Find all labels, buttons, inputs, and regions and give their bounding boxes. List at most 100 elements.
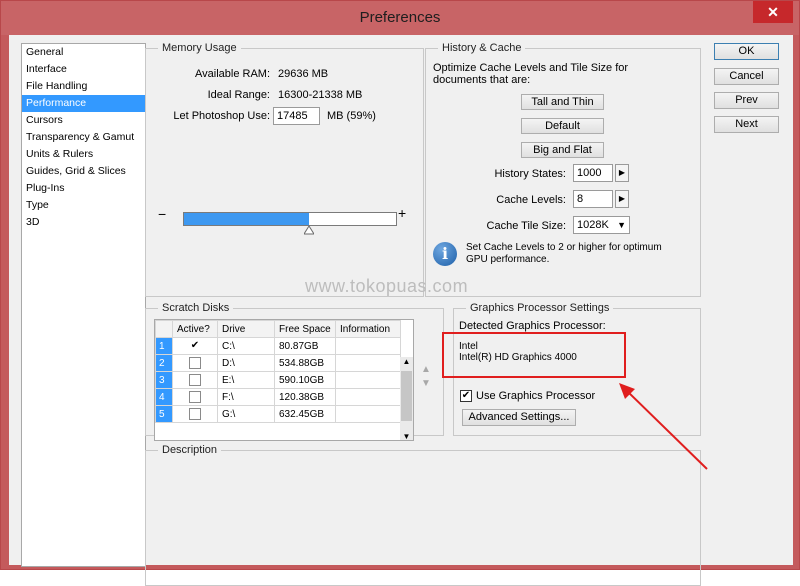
cache-levels-label: Cache Levels:	[496, 194, 566, 206]
sidebar-item-transparency[interactable]: Transparency & Gamut	[22, 129, 145, 146]
history-cache-group: History & Cache Optimize Cache Levels an…	[425, 42, 701, 297]
information-cell	[335, 337, 401, 355]
table-scrollbar[interactable]: ▲ ▼	[400, 357, 413, 440]
active-checkbox[interactable]	[172, 371, 218, 389]
watermark-text: www.tokopuas.com	[305, 276, 469, 296]
ideal-range-label: Ideal Range:	[207, 89, 270, 101]
tall-and-thin-button[interactable]: Tall and Thin	[521, 94, 604, 110]
big-and-flat-button[interactable]: Big and Flat	[521, 142, 604, 158]
sidebar-item-interface[interactable]: Interface	[22, 61, 145, 78]
photoshop-use-input[interactable]: 17485	[273, 107, 320, 125]
information-cell	[335, 388, 401, 406]
close-button[interactable]: ✕	[753, 1, 793, 23]
scroll-thumb[interactable]	[401, 371, 412, 421]
advanced-settings-button[interactable]: Advanced Settings...	[462, 409, 576, 426]
history-states-spin-icon[interactable]: ▶	[615, 164, 629, 182]
history-states-input[interactable]: 1000	[573, 164, 613, 182]
title-bar[interactable]: Preferences ✕	[1, 1, 799, 35]
cache-tile-size-value: 1028K	[577, 219, 609, 231]
information-cell	[335, 405, 401, 423]
cache-tile-size-select[interactable]: 1028K ▼	[573, 216, 630, 234]
cache-levels-spin-icon[interactable]: ▶	[615, 190, 629, 208]
table-row[interactable]: 3 E:\ 590.10GB	[155, 371, 401, 389]
active-checkbox[interactable]	[172, 388, 218, 406]
drive-column-header[interactable]: Drive	[217, 320, 275, 338]
scroll-down-icon[interactable]: ▼	[400, 432, 413, 440]
active-column-header[interactable]: Active?	[172, 320, 218, 338]
use-gpu-label[interactable]: Use Graphics Processor	[476, 390, 595, 402]
cache-tile-size-label: Cache Tile Size:	[486, 220, 566, 232]
history-states-label: History States:	[494, 168, 566, 180]
drive-cell: G:\	[217, 405, 275, 423]
table-header-row: Active? Drive Free Space Information	[155, 320, 401, 338]
sidebar-item-cursors[interactable]: Cursors	[22, 112, 145, 129]
scratch-disks-table-wrap: Active? Drive Free Space Information 1 ✔…	[154, 319, 414, 441]
information-column-header[interactable]: Information	[335, 320, 401, 338]
sidebar-item-3d[interactable]: 3D	[22, 214, 145, 231]
preferences-window: Preferences ✕ General Interface File Han…	[0, 0, 800, 586]
window-title: Preferences	[359, 9, 441, 26]
memory-usage-group: Memory Usage Available RAM: 29636 MB Ide…	[145, 42, 424, 297]
free-space-cell: 534.88GB	[274, 354, 336, 372]
active-checkbox[interactable]: ✔	[172, 337, 218, 355]
table-row[interactable]: 1 ✔ C:\ 80.87GB	[155, 337, 401, 355]
decrease-memory-icon[interactable]: −	[158, 206, 166, 222]
photoshop-use-label: Let Photoshop Use:	[173, 110, 270, 122]
active-checkbox[interactable]	[172, 405, 218, 423]
row-number: 3	[155, 371, 173, 389]
sidebar-item-performance[interactable]: Performance	[22, 95, 145, 112]
free-space-column-header[interactable]: Free Space	[274, 320, 336, 338]
sidebar-item-file-handling[interactable]: File Handling	[22, 78, 145, 95]
drive-cell: F:\	[217, 388, 275, 406]
free-space-cell: 632.45GB	[274, 405, 336, 423]
scratch-disks-group: Scratch Disks Active? Drive Free Space I…	[145, 302, 444, 441]
annotation-arrow	[619, 383, 708, 470]
gpu-note: i Set Cache Levels to 2 or higher for op…	[433, 242, 683, 272]
table-row[interactable]: 5 G:\ 632.45GB	[155, 405, 401, 423]
sidebar-item-units[interactable]: Units & Rulers	[22, 146, 145, 163]
memory-usage-legend: Memory Usage	[162, 42, 237, 54]
photoshop-use-unit: MB (59%)	[327, 110, 376, 122]
gpu-note-text: Set Cache Levels to 2 or higher for opti…	[466, 242, 662, 265]
default-button[interactable]: Default	[521, 118, 604, 134]
table-row[interactable]: 2 D:\ 534.88GB	[155, 354, 401, 372]
prev-button[interactable]: Prev	[714, 92, 779, 109]
use-gpu-checkbox[interactable]: ✔	[460, 390, 472, 402]
memory-slider[interactable]	[183, 212, 397, 226]
cancel-button[interactable]: Cancel	[714, 68, 779, 85]
ok-button[interactable]: OK	[714, 43, 779, 60]
sidebar-item-guides[interactable]: Guides, Grid & Slices	[22, 163, 145, 180]
available-ram-label: Available RAM:	[195, 68, 270, 80]
information-cell	[335, 354, 401, 372]
detected-gpu-label: Detected Graphics Processor:	[459, 320, 606, 332]
annotation-highlight-box	[442, 332, 626, 378]
scroll-up-icon[interactable]: ▲	[400, 357, 413, 366]
free-space-cell: 590.10GB	[274, 371, 336, 389]
next-button[interactable]: Next	[714, 116, 779, 133]
category-list[interactable]: General Interface File Handling Performa…	[21, 43, 146, 567]
gpu-settings-legend: Graphics Processor Settings	[470, 302, 610, 314]
scratch-disks-table: Active? Drive Free Space Information 1 ✔…	[155, 320, 401, 423]
table-row[interactable]: 4 F:\ 120.38GB	[155, 388, 401, 406]
row-number: 2	[155, 354, 173, 372]
sidebar-item-plugins[interactable]: Plug-Ins	[22, 180, 145, 197]
free-space-cell: 120.38GB	[274, 388, 336, 406]
info-icon: i	[433, 242, 457, 266]
drive-cell: C:\	[217, 337, 275, 355]
move-down-icon[interactable]: ▼	[421, 378, 431, 389]
row-number: 1	[155, 337, 173, 355]
available-ram-value: 29636 MB	[278, 68, 329, 80]
memory-slider-thumb[interactable]	[304, 226, 314, 236]
cache-levels-input[interactable]: 8	[573, 190, 613, 208]
chevron-down-icon: ▼	[617, 220, 626, 230]
increase-memory-icon[interactable]: +	[398, 205, 406, 221]
move-up-icon[interactable]: ▲	[421, 364, 431, 375]
history-cache-legend: History & Cache	[442, 42, 522, 54]
sidebar-item-general[interactable]: General	[22, 44, 145, 61]
drive-cell: E:\	[217, 371, 275, 389]
active-checkbox[interactable]	[172, 354, 218, 372]
information-cell	[335, 371, 401, 389]
row-number: 4	[155, 388, 173, 406]
sidebar-item-type[interactable]: Type	[22, 197, 145, 214]
memory-slider-fill	[184, 213, 309, 225]
